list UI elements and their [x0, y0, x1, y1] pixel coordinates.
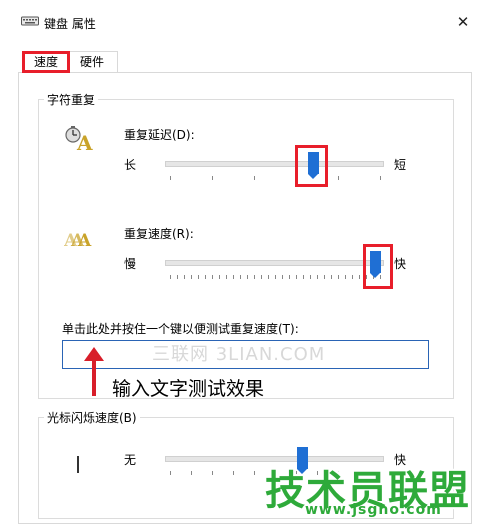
- repeat-rate-track[interactable]: [165, 260, 384, 266]
- slider-tick: [310, 275, 311, 279]
- slider-tick: [352, 275, 353, 279]
- slider-tick: [324, 275, 325, 279]
- slider-tick: [254, 275, 255, 279]
- slider-tick: [170, 275, 171, 279]
- slider-tick: [338, 176, 339, 180]
- slider-tick: [282, 275, 283, 279]
- svg-text:A: A: [76, 131, 93, 151]
- slider-tick: [233, 471, 234, 475]
- slider-tick: [275, 275, 276, 279]
- slider-tick: [261, 275, 262, 279]
- repeat-rate-icon: A A A: [64, 231, 92, 250]
- repeat-delay-ticks: [170, 176, 381, 184]
- slider-tick: [170, 176, 171, 180]
- annotation-text: 输入文字测试效果: [112, 378, 265, 400]
- annotation-arrow-up-icon: [84, 347, 104, 361]
- keyboard-icon: [21, 16, 39, 26]
- slider-tick: [191, 471, 192, 475]
- slider-tick: [170, 471, 171, 475]
- tab-speed[interactable]: 速度: [22, 51, 70, 73]
- slider-tick: [219, 275, 220, 279]
- slider-tick: [205, 275, 206, 279]
- slider-tick: [296, 275, 297, 279]
- slider-tick: [184, 275, 185, 279]
- repeat-delay-label: 重复延迟(D):: [124, 128, 195, 142]
- repeat-rate-ticks: [170, 275, 381, 283]
- slider-tick: [254, 176, 255, 180]
- slider-tick: [338, 275, 339, 279]
- slider-tick: [191, 275, 192, 279]
- slider-tick: [212, 176, 213, 180]
- repeat-rate-max-label: 快: [394, 257, 407, 271]
- test-area-label: 单击此处并按住一个键以便测试重复速度(T):: [62, 322, 299, 336]
- slider-tick: [177, 275, 178, 279]
- slider-tick: [303, 275, 304, 279]
- watermark-3lian: 三联网 3LIAN.COM: [152, 344, 326, 365]
- cursor-blink-group-label: 光标闪烁速度(B): [44, 409, 140, 426]
- slider-tick: [226, 275, 227, 279]
- tab-hardware[interactable]: 硬件: [66, 51, 118, 73]
- repeat-delay-min-label: 长: [124, 158, 137, 172]
- slider-tick: [359, 275, 360, 279]
- char-repeat-group-label: 字符重复: [44, 91, 99, 108]
- slider-tick: [268, 275, 269, 279]
- slider-tick: [345, 275, 346, 279]
- window-title: 键盘 属性: [44, 17, 96, 31]
- slider-tick: [212, 275, 213, 279]
- cursor-blink-min-label: 无: [124, 453, 137, 467]
- slider-tick: [317, 275, 318, 279]
- slider-tick: [198, 275, 199, 279]
- site-logo-url: www.jsgho.com: [305, 502, 442, 518]
- repeat-delay-max-label: 短: [394, 158, 407, 172]
- annotation-arrow-shaft: [92, 360, 96, 396]
- slider-tick: [254, 471, 255, 475]
- slider-tick: [233, 275, 234, 279]
- repeat-rate-min-label: 慢: [124, 257, 137, 271]
- slider-tick: [240, 275, 241, 279]
- svg-text:A: A: [77, 231, 92, 250]
- slider-tick: [331, 275, 332, 279]
- repeat-delay-track[interactable]: [165, 161, 384, 167]
- cursor-preview: [77, 456, 79, 473]
- repeat-delay-icon: A: [65, 126, 93, 151]
- slider-tick: [289, 275, 290, 279]
- slider-tick: [212, 471, 213, 475]
- repeat-delay-slider-thumb[interactable]: [307, 152, 319, 179]
- slider-tick: [247, 275, 248, 279]
- close-button[interactable]: ✕: [451, 10, 475, 34]
- slider-tick: [380, 176, 381, 180]
- repeat-rate-label: 重复速度(R):: [124, 227, 194, 241]
- repeat-rate-slider-thumb[interactable]: [370, 251, 382, 278]
